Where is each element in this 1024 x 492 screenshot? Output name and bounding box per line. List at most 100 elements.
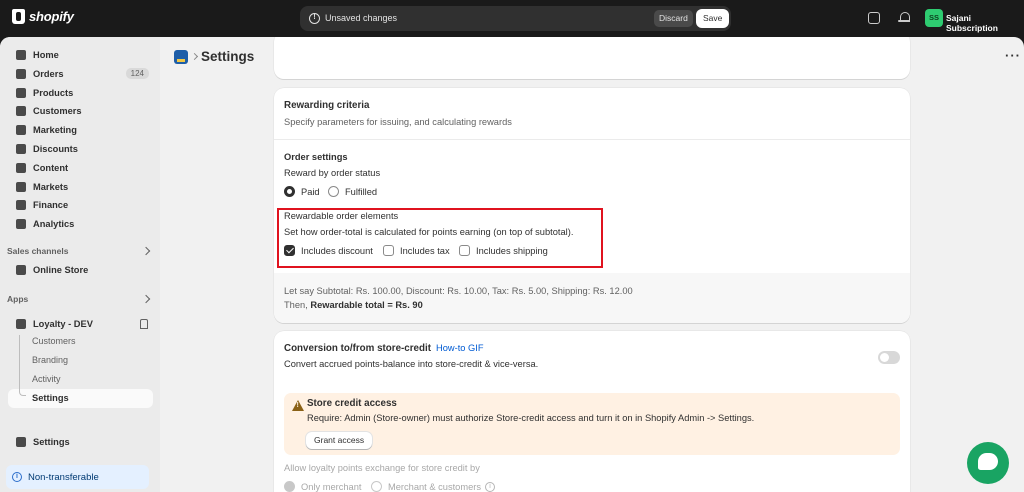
app-icon bbox=[16, 318, 26, 329]
radio-fulfilled-label[interactable]: Fulfilled bbox=[345, 187, 377, 197]
discard-button[interactable]: Discard bbox=[654, 10, 693, 27]
sidebar-item-content[interactable]: Content bbox=[8, 158, 153, 177]
store-credit-toggle[interactable] bbox=[878, 351, 900, 364]
checkbox-includes-tax-label[interactable]: Includes tax bbox=[400, 246, 450, 256]
apps-heading[interactable]: Apps bbox=[7, 294, 28, 304]
store-name[interactable]: Sajani Subscription bbox=[946, 13, 1024, 33]
home-icon bbox=[16, 49, 26, 60]
checkbox-includes-discount-label[interactable]: Includes discount bbox=[301, 246, 373, 256]
sidebar-item-marketing[interactable]: Marketing bbox=[8, 120, 153, 139]
rewardable-elements-heading: Rewardable order elements bbox=[284, 211, 399, 221]
brand-name: shopify bbox=[29, 9, 74, 24]
how-to-gif-link[interactable]: How-to GIF bbox=[436, 343, 484, 353]
sidebar-item-label: Products bbox=[33, 87, 74, 98]
sidebar-item-home[interactable]: Home bbox=[8, 45, 153, 64]
orders-icon bbox=[16, 68, 26, 79]
radio-fulfilled[interactable] bbox=[328, 186, 339, 197]
example-line: Let say Subtotal: Rs. 100.00, Discount: … bbox=[284, 286, 633, 296]
bell-icon[interactable] bbox=[898, 12, 910, 24]
shopify-bag-icon bbox=[12, 9, 25, 24]
sidebar-item-label: Loyalty - DEV bbox=[33, 318, 93, 329]
store-icon bbox=[16, 264, 26, 275]
unsaved-changes-bar: ! Unsaved changes Discard Save bbox=[300, 6, 731, 31]
sidebar-subitem-customers[interactable]: Customers bbox=[32, 336, 76, 346]
tree-line bbox=[19, 335, 20, 395]
sidebar-item-settings[interactable]: Settings bbox=[8, 432, 153, 451]
divider bbox=[274, 139, 910, 140]
sidebar-item-label: Customers bbox=[33, 105, 82, 116]
radio-only-merchant[interactable] bbox=[284, 481, 295, 492]
sidebar-item-online-store[interactable]: Online Store bbox=[8, 260, 153, 279]
banner-title: Store credit access bbox=[307, 398, 397, 409]
sidebar-item-customers[interactable]: Customers bbox=[8, 101, 153, 120]
sidekick-icon[interactable] bbox=[868, 12, 880, 24]
discount-icon bbox=[16, 143, 26, 154]
order-settings-heading: Order settings bbox=[284, 152, 348, 162]
radio-merchant-customers[interactable] bbox=[371, 481, 382, 492]
content-icon bbox=[16, 162, 26, 173]
sidebar-subitem-activity[interactable]: Activity bbox=[32, 374, 61, 384]
page-title: Settings bbox=[201, 49, 255, 64]
tree-hook bbox=[19, 389, 26, 396]
example-result-prefix: Then, bbox=[284, 300, 311, 310]
sidebar-subitem-settings[interactable]: Settings bbox=[8, 389, 153, 408]
warning-icon bbox=[292, 400, 304, 411]
info-icon: i bbox=[12, 472, 22, 482]
sidebar-item-orders[interactable]: Orders 124 bbox=[8, 64, 153, 83]
checkbox-includes-discount[interactable] bbox=[284, 245, 295, 256]
sidebar-item-markets[interactable]: Markets bbox=[8, 177, 153, 196]
radio-only-merchant-label[interactable]: Only merchant bbox=[301, 482, 361, 492]
shopify-logo[interactable]: shopify bbox=[12, 9, 74, 24]
alert-circle-icon: ! bbox=[309, 13, 320, 24]
sidebar-item-label: Home bbox=[33, 49, 59, 60]
sidebar-item-products[interactable]: Products bbox=[8, 83, 153, 102]
sidebar-item-label: Discounts bbox=[33, 143, 78, 154]
more-actions-icon[interactable]: ··· bbox=[1005, 48, 1021, 63]
card-title: Rewarding criteria bbox=[284, 100, 370, 111]
breadcrumb-chevron-icon bbox=[190, 52, 199, 61]
sidebar-item-label: Orders bbox=[33, 68, 64, 79]
chevron-right-icon[interactable] bbox=[141, 294, 151, 304]
sidebar-item-label: Online Store bbox=[33, 264, 89, 275]
sidebar-item-label: Settings bbox=[33, 436, 70, 447]
radio-paid-label[interactable]: Paid bbox=[301, 187, 320, 197]
rewardable-elements-desc: Set how order-total is calculated for po… bbox=[284, 227, 574, 237]
radio-merchant-customers-label[interactable]: Merchant & customers bbox=[388, 482, 481, 492]
tag-icon bbox=[16, 87, 26, 98]
checkbox-includes-shipping-label[interactable]: Includes shipping bbox=[476, 246, 548, 256]
sidebar-item-loyalty-app[interactable]: Loyalty - DEV bbox=[8, 314, 153, 333]
avatar[interactable]: SS bbox=[925, 9, 943, 27]
sidebar-subitem-branding[interactable]: Branding bbox=[32, 355, 68, 365]
sidebar-item-label: Analytics bbox=[33, 218, 75, 229]
reward-by-status-label: Reward by order status bbox=[284, 168, 381, 178]
conversion-card: Conversion to/from store-credit How-to G… bbox=[274, 331, 910, 492]
non-transferable-banner[interactable]: i Non-transferable bbox=[6, 465, 149, 489]
sidebar: Home Orders 124 Products Customers Marke… bbox=[0, 37, 160, 492]
grant-access-button[interactable]: Grant access bbox=[306, 432, 373, 449]
sidebar-item-label: Settings bbox=[32, 393, 69, 403]
exchange-label: Allow loyalty points exchange for store … bbox=[284, 463, 480, 473]
card-subtitle: Specify parameters for issuing, and calc… bbox=[284, 117, 512, 127]
sidebar-item-label: Marketing bbox=[33, 124, 77, 135]
sidebar-item-label: Finance bbox=[33, 199, 69, 210]
checkbox-includes-tax[interactable] bbox=[383, 245, 394, 256]
globe-icon bbox=[16, 181, 26, 192]
store-credit-banner: Store credit access Require: Admin (Stor… bbox=[284, 393, 900, 455]
orders-count-badge: 124 bbox=[125, 68, 149, 79]
checkbox-includes-shipping[interactable] bbox=[459, 245, 470, 256]
non-transferable-label: Non-transferable bbox=[28, 471, 99, 483]
chevron-right-icon[interactable] bbox=[141, 246, 151, 256]
pin-icon[interactable] bbox=[140, 319, 148, 329]
sidebar-item-discounts[interactable]: Discounts bbox=[8, 139, 153, 158]
chart-icon bbox=[16, 218, 26, 229]
help-icon[interactable]: i bbox=[485, 482, 495, 492]
save-button[interactable]: Save bbox=[696, 9, 730, 28]
radio-paid[interactable] bbox=[284, 186, 295, 197]
sales-channels-heading[interactable]: Sales channels bbox=[7, 246, 68, 256]
sidebar-item-finance[interactable]: Finance bbox=[8, 195, 153, 214]
app-frame: Home Orders 124 Products Customers Marke… bbox=[0, 37, 1024, 492]
app-logo-icon[interactable] bbox=[174, 50, 188, 64]
chat-bubble-icon[interactable] bbox=[967, 442, 1009, 484]
example-result: Then, Rewardable total = Rs. 90 bbox=[284, 300, 423, 310]
sidebar-item-analytics[interactable]: Analytics bbox=[8, 214, 153, 233]
